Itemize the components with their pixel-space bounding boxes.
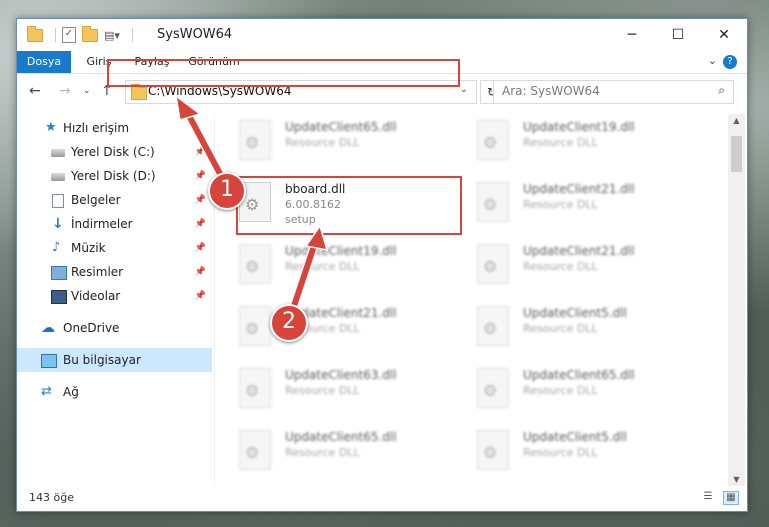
step-badge-2: 2	[270, 304, 308, 342]
step-badge-1: 1	[208, 172, 246, 210]
annotation-arrows	[174, 94, 329, 323]
arrow-to-address	[174, 94, 231, 190]
